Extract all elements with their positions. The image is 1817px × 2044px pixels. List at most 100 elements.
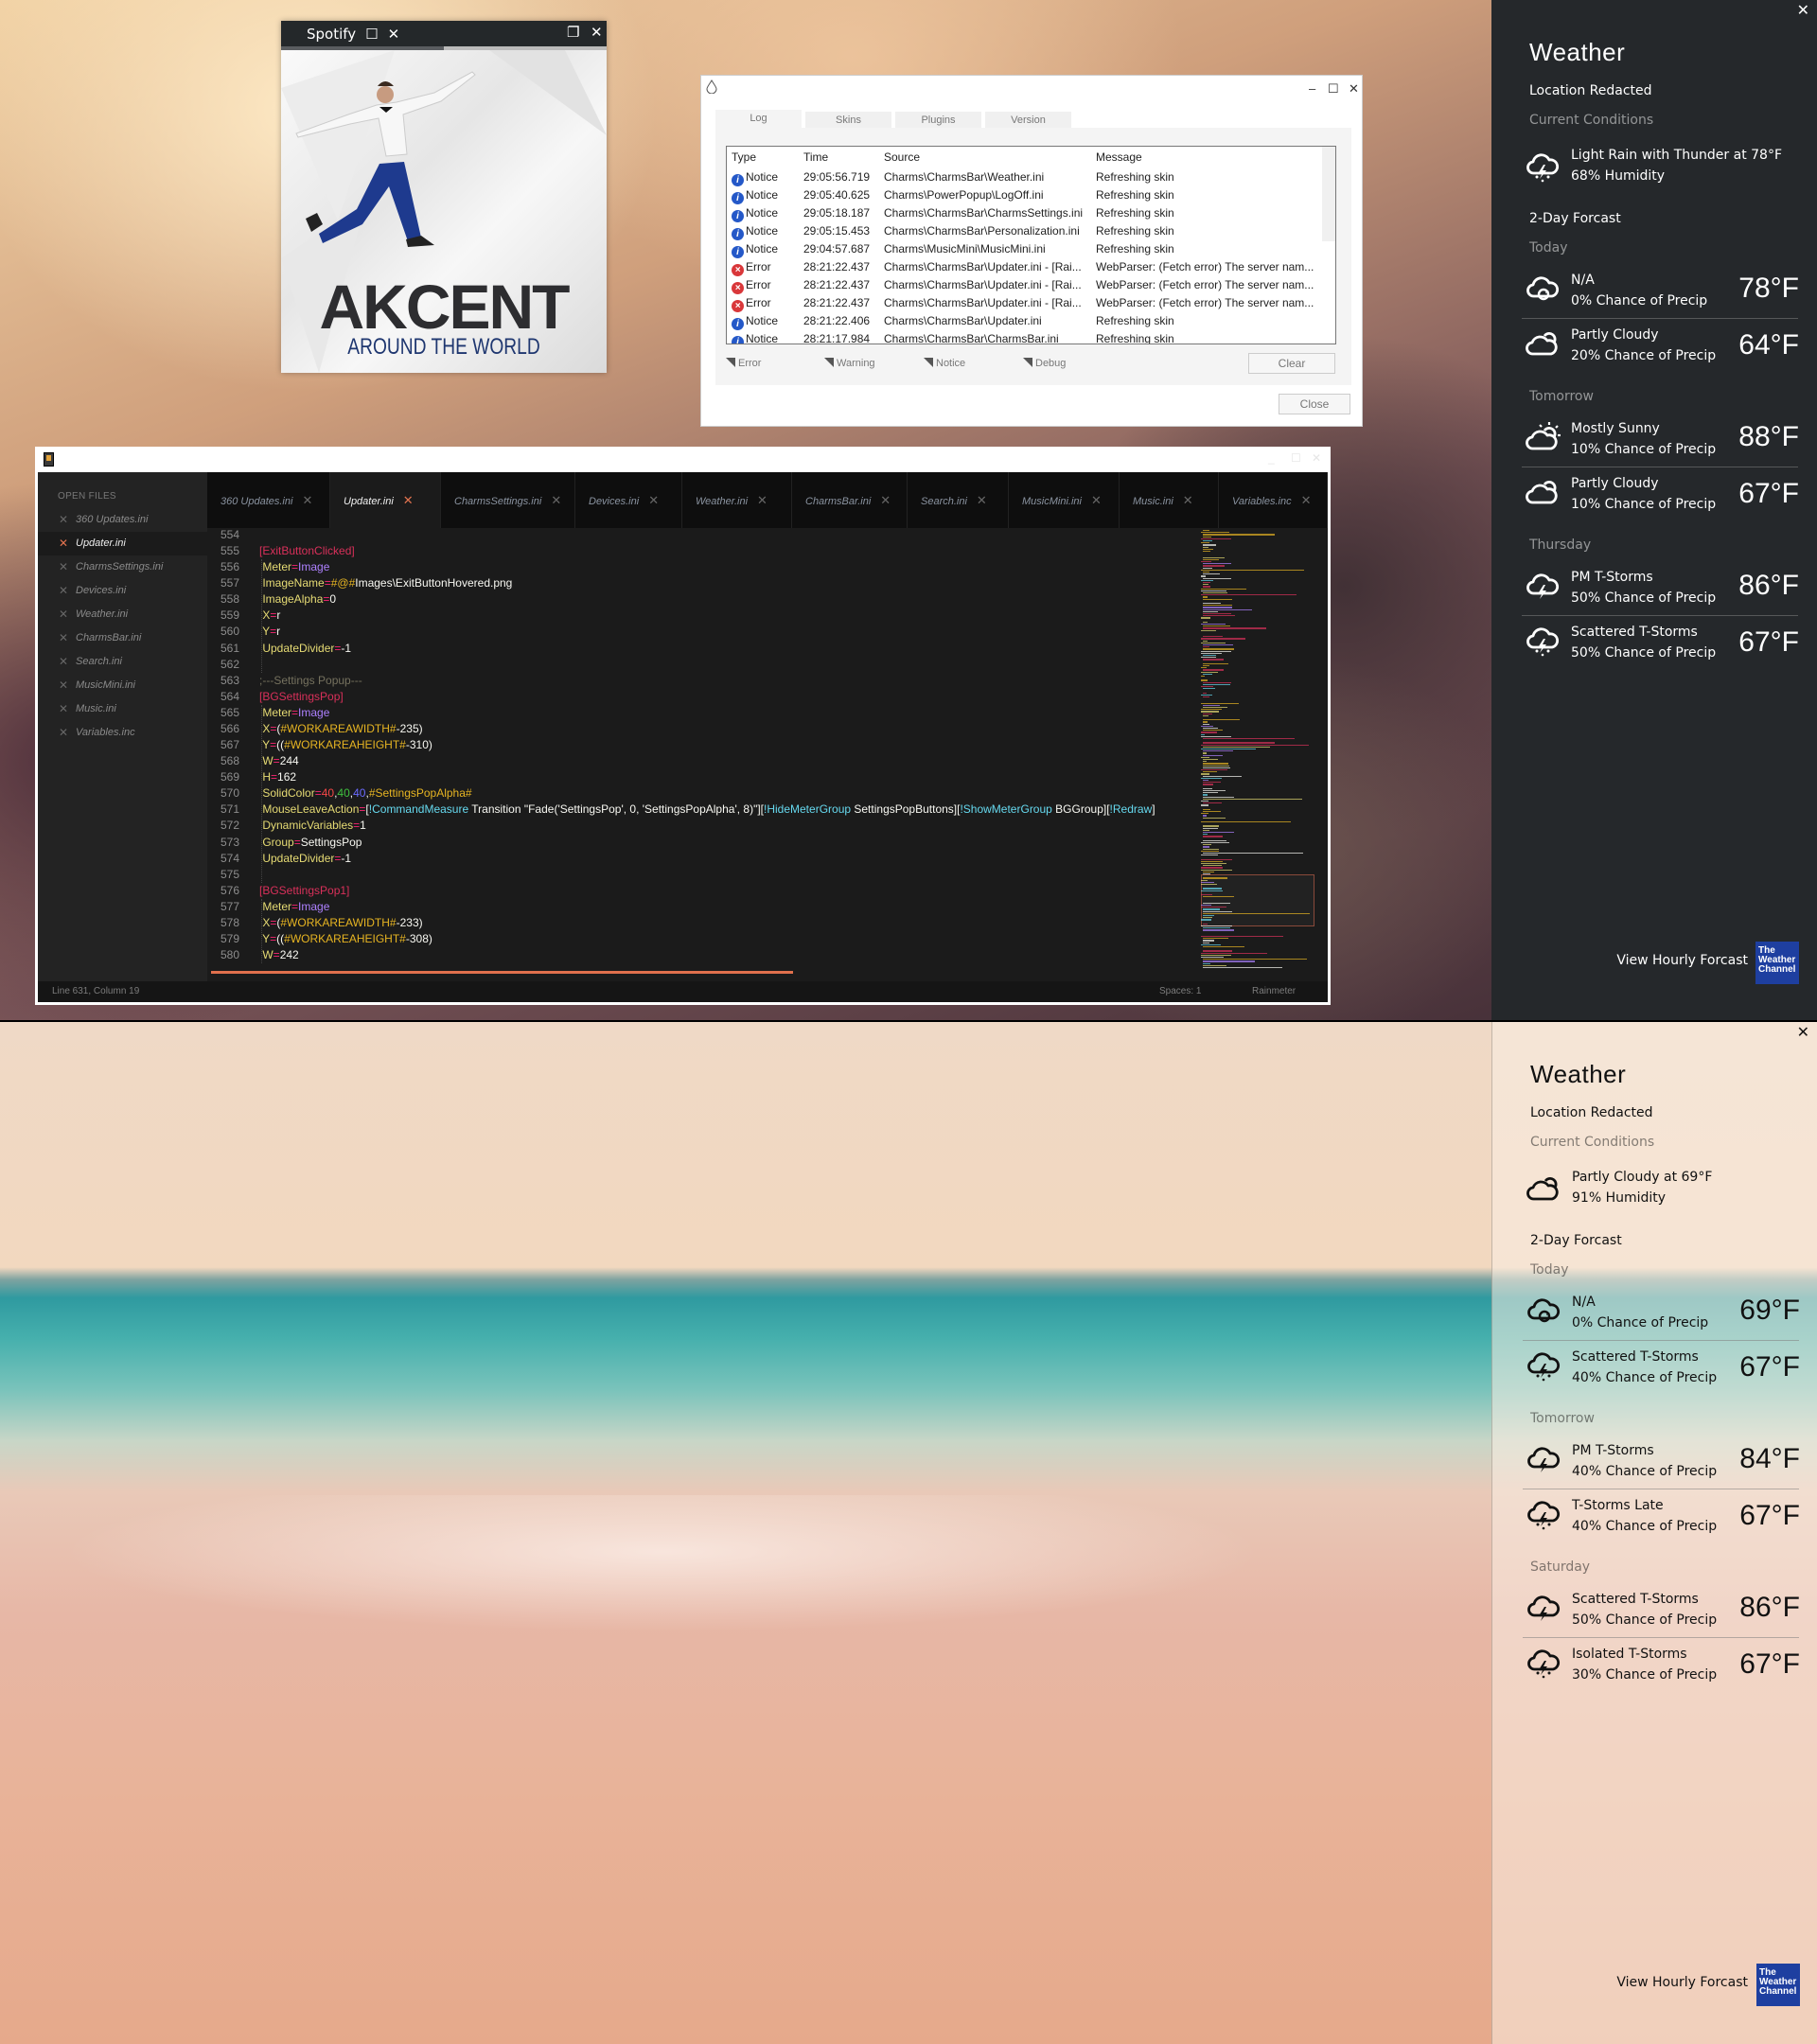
editor-tab[interactable]: CharmsBar.ini ✕ [792, 472, 908, 528]
filter-debug-checkbox[interactable]: Debug [1023, 358, 1066, 369]
close-tab-icon[interactable]: ✕ [403, 493, 414, 507]
close-icon[interactable]: ✕ [1797, 1023, 1809, 1041]
tab-plugins[interactable]: Plugins [895, 112, 981, 129]
log-row[interactable]: i Notice 29:05:15.453 Charms\CharmsBar\Pers… [727, 222, 1335, 240]
log-row[interactable]: i Notice 29:05:18.187 Charms\CharmsBar\Char… [727, 204, 1335, 222]
column-header-message[interactable]: Message [1096, 147, 1142, 168]
view-hourly-forecast-link[interactable]: View Hourly Forcast [1616, 1975, 1748, 1990]
close-file-icon[interactable]: ✕ [59, 579, 68, 603]
maximize-icon[interactable]: ☐ [1291, 451, 1301, 465]
forecast-item[interactable]: Partly Cloudy 10% Chance of Precip 67°F [1526, 467, 1799, 526]
code-area[interactable]: 554 555 [ExitButtonClicked] 556 Meter=Image… [207, 528, 1191, 973]
close-file-icon[interactable]: ✕ [59, 555, 68, 579]
close-tab-icon[interactable]: ✕ [977, 493, 987, 507]
close-icon[interactable]: ✕ [1312, 451, 1321, 465]
weather-channel-logo[interactable]: The Weather Channel [1756, 1964, 1800, 2006]
sidebar-file[interactable]: ✕ Search.ini [38, 650, 207, 674]
log-list-scrollbar[interactable] [1322, 147, 1335, 241]
log-list[interactable]: Type Time Source Message i Notice 29:05:56… [726, 146, 1336, 344]
editor-tab[interactable]: Weather.ini ✕ [682, 472, 792, 528]
forecast-item[interactable]: Isolated T-Storms 30% Chance of Precip 67°… [1527, 1638, 1800, 1697]
editor-tab[interactable]: Search.ini ✕ [908, 472, 1009, 528]
close-file-icon[interactable]: ✕ [59, 697, 68, 721]
column-header-source[interactable]: Source [884, 147, 920, 168]
minimize-icon[interactable]: – [1309, 81, 1315, 96]
sidebar-file[interactable]: ✕ CharmsSettings.ini [38, 555, 207, 579]
minimap[interactable] [1199, 528, 1319, 973]
syntax-setting[interactable]: Rainmeter [1252, 981, 1296, 1002]
minimize-icon[interactable]: _ [1268, 451, 1275, 465]
close-file-icon[interactable]: ✕ [59, 508, 68, 532]
close-tab-icon[interactable]: ✕ [648, 493, 659, 507]
sidebar-file[interactable]: ✕ Updater.ini [38, 532, 207, 555]
editor-tab[interactable]: Variables.inc ✕ [1219, 472, 1328, 528]
close-tab-icon[interactable]: ✕ [1301, 493, 1312, 507]
forecast-item[interactable]: Scattered T-Storms 50% Chance of Precip 86… [1523, 1577, 1800, 1638]
sidebar-file[interactable]: ✕ Variables.inc [38, 721, 207, 745]
log-row[interactable]: × Error 28:21:22.437 Charms\CharmsBar\Updat… [727, 276, 1335, 294]
close-file-icon[interactable]: ✕ [59, 532, 68, 555]
tab-skins[interactable]: Skins [805, 112, 891, 129]
log-row[interactable]: × Error 28:21:22.437 Charms\CharmsBar\Updat… [727, 294, 1335, 312]
sidebar-file[interactable]: ✕ 360 Updates.ini [38, 508, 207, 532]
forecast-item[interactable]: Scattered T-Storms 50% Chance of Precip 67… [1526, 616, 1799, 675]
close-tab-icon[interactable]: ✕ [1091, 493, 1102, 507]
forecast-item[interactable]: Scattered T-Storms 40% Chance of Precip 67… [1527, 1341, 1800, 1400]
close-tab-icon[interactable]: ✕ [551, 493, 561, 507]
tab-log[interactable]: Log [715, 110, 802, 129]
forecast-item[interactable]: PM T-Storms 50% Chance of Precip 86°F [1522, 555, 1799, 616]
close-file-icon[interactable]: ✕ [59, 674, 68, 697]
column-header-time[interactable]: Time [803, 147, 828, 168]
close-icon[interactable]: ✕ [1349, 81, 1359, 97]
editor-tab[interactable]: Devices.ini ✕ [575, 472, 682, 528]
sidebar-file[interactable]: ✕ Weather.ini [38, 603, 207, 626]
log-row[interactable]: i Notice 28:21:22.406 Charms\CharmsBar\Upda… [727, 312, 1335, 330]
sidebar-file[interactable]: ✕ CharmsBar.ini [38, 626, 207, 650]
close-tab-icon[interactable]: ✕ [757, 493, 767, 507]
close-icon[interactable]: ✕ [388, 26, 400, 43]
close-file-icon[interactable]: ✕ [59, 650, 68, 674]
log-row[interactable]: i Notice 28:21:17.984 Charms\CharmsBar\Char… [727, 330, 1335, 344]
editor-tab[interactable]: 360 Updates.ini ✕ [207, 472, 330, 528]
forecast-item[interactable]: Partly Cloudy 20% Chance of Precip 64°F [1526, 319, 1799, 378]
close-file-icon[interactable]: ✕ [59, 626, 68, 650]
forecast-item[interactable]: N/A 0% Chance of Precip 69°F [1523, 1280, 1800, 1341]
close-tab-icon[interactable]: ✕ [302, 493, 312, 507]
sidebar-file[interactable]: ✕ Devices.ini [38, 579, 207, 603]
forecast-item[interactable]: Mostly Sunny 10% Chance of Precip 88°F [1522, 407, 1799, 467]
close-file-icon[interactable]: ✕ [59, 603, 68, 626]
restore-icon[interactable]: ❐ [567, 24, 579, 41]
close-player-icon[interactable]: ✕ [591, 24, 603, 41]
log-row[interactable]: i Notice 29:04:57.687 Charms\MusicMini\Musi… [727, 240, 1335, 258]
horizontal-scrollbar[interactable] [211, 971, 793, 974]
view-hourly-forecast-link[interactable]: View Hourly Forcast [1616, 953, 1748, 968]
close-file-icon[interactable]: ✕ [59, 721, 68, 745]
forecast-item[interactable]: PM T-Storms 40% Chance of Precip 84°F [1523, 1429, 1800, 1489]
maximize-icon[interactable]: ☐ [1328, 81, 1339, 97]
weather-channel-logo[interactable]: The Weather Channel [1755, 942, 1799, 984]
forecast-item[interactable]: N/A 0% Chance of Precip 78°F [1522, 258, 1799, 319]
log-row[interactable]: × Error 28:21:22.437 Charms\CharmsBar\Updat… [727, 258, 1335, 276]
spotify-titlebar[interactable]: Spotify ☐ ✕ ❐ ✕ [281, 21, 607, 46]
minimap-viewport[interactable] [1201, 874, 1314, 926]
clear-button[interactable]: Clear [1248, 353, 1335, 374]
tab-version[interactable]: Version [985, 112, 1071, 129]
editor-tab[interactable]: CharmsSettings.ini ✕ [441, 472, 575, 528]
editor-tab[interactable]: Music.ini ✕ [1120, 472, 1219, 528]
editor-tab[interactable]: MusicMini.ini ✕ [1009, 472, 1120, 528]
editor-titlebar[interactable]: _ ☐ ✕ [38, 447, 1328, 472]
filter-warning-checkbox[interactable]: Warning [824, 358, 875, 369]
sidebar-file[interactable]: ✕ MusicMini.ini [38, 674, 207, 697]
filter-notice-checkbox[interactable]: Notice [924, 358, 965, 369]
sidebar-file[interactable]: ✕ Music.ini [38, 697, 207, 721]
filter-error-checkbox[interactable]: Error [726, 358, 761, 369]
log-row[interactable]: i Notice 29:05:40.625 Charms\PowerPopup\Log… [727, 186, 1335, 204]
editor-tab[interactable]: Updater.ini ✕ [330, 472, 441, 528]
close-icon[interactable]: ✕ [1797, 1, 1809, 19]
log-row[interactable]: i Notice 29:05:56.719 Charms\CharmsBar\Weat… [727, 168, 1335, 186]
maximize-icon[interactable]: ☐ [365, 26, 378, 43]
indentation-setting[interactable]: Spaces: 1 [1159, 981, 1201, 1002]
close-button[interactable]: Close [1279, 394, 1350, 414]
close-tab-icon[interactable]: ✕ [880, 493, 891, 507]
column-header-type[interactable]: Type [732, 147, 756, 168]
